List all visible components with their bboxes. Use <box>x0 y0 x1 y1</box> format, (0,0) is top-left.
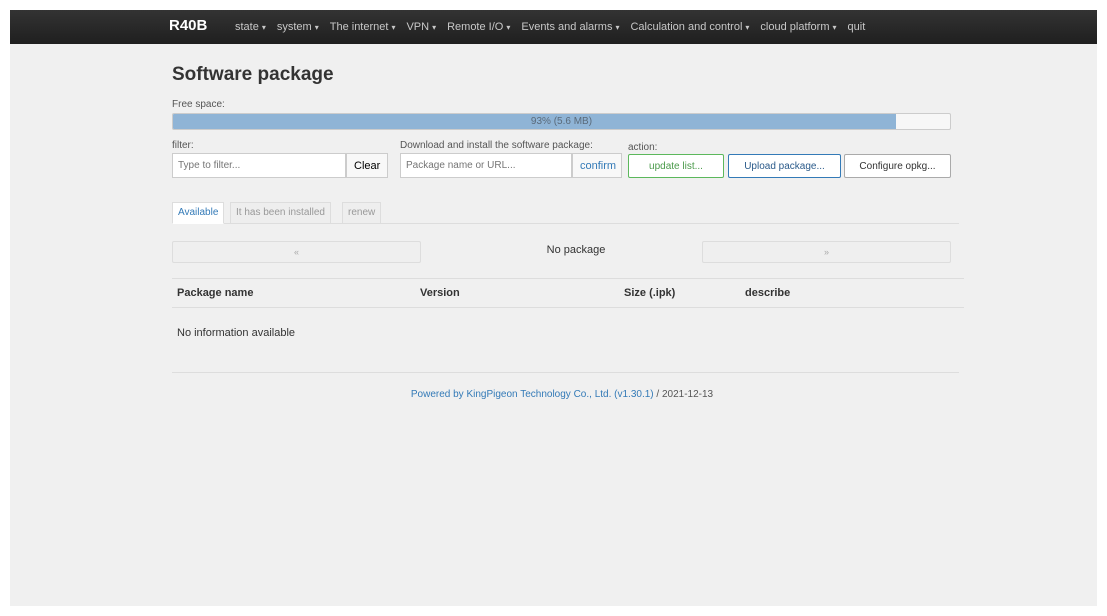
top-navbar: R40B state ▾ system ▾ The internet ▾ VPN ▾ R… <box>10 10 1097 44</box>
menu-item-label: cloud platform <box>760 21 830 33</box>
column-header-version: Version <box>420 287 460 299</box>
caret-down-icon: ▾ <box>314 23 319 32</box>
footer-vendor-link[interactable]: Powered by KingPigeon Technology Co., Lt… <box>411 389 654 400</box>
menu-item-events-alarms[interactable]: Events and alarms ▾ <box>521 21 619 33</box>
clear-button[interactable]: Clear <box>346 153 388 178</box>
free-space-label: Free space: <box>172 99 225 110</box>
menu-item-label: system <box>276 21 312 33</box>
menu-item-label: Calculation and control <box>630 21 743 33</box>
download-group: confirm <box>400 153 622 178</box>
configure-opkg-button[interactable]: Configure opkg... <box>844 154 951 178</box>
menu-item-quit[interactable]: quit <box>848 21 866 33</box>
download-label: Download and install the software packag… <box>400 140 593 151</box>
caret-down-icon: ▾ <box>391 23 396 32</box>
caret-down-icon: ▾ <box>832 23 837 32</box>
footer-date: / 2021-12-13 <box>653 389 714 400</box>
menu-item-remote-io[interactable]: Remote I/O ▾ <box>447 21 510 33</box>
tab-installed[interactable]: It has been installed <box>230 202 331 224</box>
menu-item-label: Events and alarms <box>521 21 613 33</box>
action-label: action: <box>628 142 658 153</box>
update-list-button[interactable]: update list... <box>628 154 724 178</box>
menu-item-state[interactable]: state ▾ <box>235 21 266 33</box>
progress-text: 93% (5.6 MB) <box>530 116 593 127</box>
column-header-package-name: Package name <box>177 287 254 299</box>
menu-item-label: The internet <box>329 21 389 33</box>
menu-item-label: VPN <box>406 21 430 33</box>
tab-renew[interactable]: renew <box>342 202 382 224</box>
upload-package-button[interactable]: Upload package... <box>728 154 841 178</box>
menu-item-calculation-control[interactable]: Calculation and control ▾ <box>630 21 749 33</box>
menu-item-label: quit <box>847 21 866 33</box>
filter-input[interactable] <box>172 153 346 178</box>
package-tabs: Available It has been installed renew <box>172 202 959 224</box>
menu-item-label: state <box>235 21 259 33</box>
page-background: R40B state ▾ system ▾ The internet ▾ VPN ▾ R… <box>10 10 1097 606</box>
menu-item-vpn[interactable]: VPN ▾ <box>406 21 436 33</box>
main-menu: state ▾ system ▾ The internet ▾ VPN ▾ Remote… <box>235 21 876 33</box>
caret-down-icon: ▾ <box>615 23 620 32</box>
caret-down-icon: ▾ <box>432 23 437 32</box>
page-title: Software package <box>172 64 334 85</box>
page-footer: Powered by KingPigeon Technology Co., Lt… <box>172 389 952 400</box>
menu-item-internet[interactable]: The internet ▾ <box>330 21 396 33</box>
caret-down-icon: ▾ <box>261 23 266 32</box>
caret-down-icon: ▾ <box>506 23 511 32</box>
tab-available[interactable]: Available <box>172 202 225 224</box>
package-url-input[interactable] <box>400 153 572 178</box>
filter-group: Clear <box>172 153 388 178</box>
column-header-describe: describe <box>745 287 791 299</box>
footer-divider <box>172 372 959 373</box>
free-space-progress-bar: 93% (5.6 MB) <box>172 113 951 130</box>
pager-prev-button[interactable]: « <box>172 241 421 263</box>
brand-logo[interactable]: R40B <box>169 17 207 34</box>
filter-label: filter: <box>172 140 194 151</box>
caret-down-icon: ▾ <box>745 23 750 32</box>
table-header-row: Package name Version Size (.ipk) describ… <box>172 278 964 308</box>
menu-item-system[interactable]: system ▾ <box>277 21 319 33</box>
column-header-size: Size (.ipk) <box>624 287 676 299</box>
pager-info: No package <box>546 244 606 256</box>
confirm-button[interactable]: confirm <box>572 153 622 178</box>
menu-item-cloud-platform[interactable]: cloud platform ▾ <box>760 21 836 33</box>
menu-item-label: Remote I/O <box>447 21 504 33</box>
empty-table-message: No information available <box>177 327 296 339</box>
pager-next-button[interactable]: » <box>702 241 951 263</box>
